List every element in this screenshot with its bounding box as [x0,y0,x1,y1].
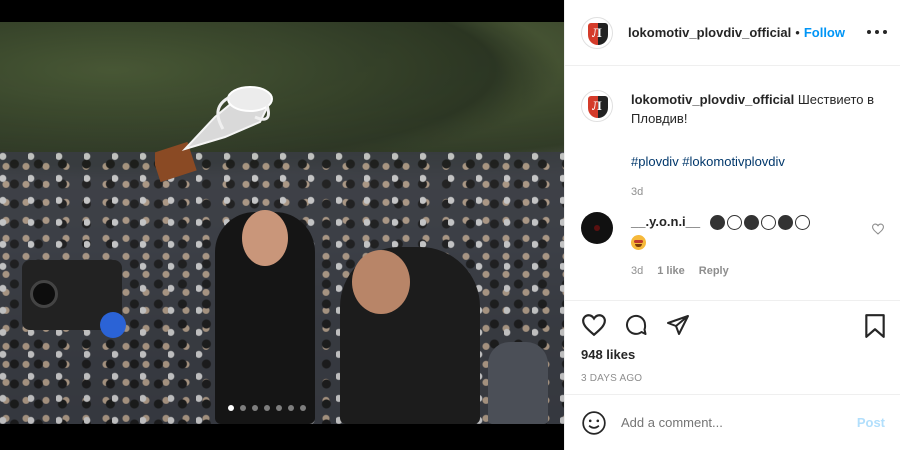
photo-person-right-head [352,250,410,314]
comment-item: __.y.o.n.i__ 3d 1 like Reply [581,212,885,281]
white-circle-icon [760,215,776,231]
white-circle-icon [726,215,742,231]
star-struck-emoji-icon [631,235,646,251]
club-crest-letter: Л [592,98,602,113]
black-circle-icon [743,215,759,231]
black-circle-icon [777,215,793,231]
follow-button[interactable]: Follow [804,25,845,40]
caption-username[interactable]: lokomotiv_plovdiv_official [631,92,794,107]
post-header: Л lokomotiv_plovdiv_official • Follow [565,0,900,66]
post-actions: 948 likes 3 DAYS AGO [565,300,900,394]
comment-time: 3d [631,265,644,278]
carousel-dot[interactable] [300,405,306,411]
post-side-panel: Л lokomotiv_plovdiv_official • Follow Л … [564,0,900,450]
black-circle-icon [709,215,725,231]
photo-person-head [242,210,288,266]
comment-likes[interactable]: 1 like [657,262,685,281]
add-comment-bar: Post [565,394,900,450]
instagram-post-viewer: Л lokomotiv_plovdiv_official • Follow Л … [0,0,900,450]
carousel-dot[interactable] [252,405,258,411]
like-heart-icon[interactable] [581,313,607,337]
comment-username[interactable]: __.y.o.n.i__ [631,214,700,229]
post-age: 3 DAYS AGO [581,373,643,384]
carousel-dot[interactable] [228,405,234,411]
trophy-illustration [155,86,273,183]
post-caption: Л lokomotiv_plovdiv_official Шествието в… [581,90,881,202]
caption-time: 3d [631,186,644,198]
header-separator: • [795,25,800,40]
comment-input[interactable] [621,415,841,430]
carousel-dots [228,405,306,411]
post-media[interactable] [0,0,564,450]
white-circle-icon [794,215,810,231]
likes-count[interactable]: 948 likes [581,347,635,362]
club-crest-letter: Л [592,24,602,40]
comment-circles-emoji [709,215,810,231]
photo-microphone [100,312,126,338]
emoji-smile-icon[interactable] [581,410,607,436]
more-horizontal-icon[interactable] [867,22,887,42]
comment-meta: 3d 1 like Reply [631,262,810,281]
bookmark-save-icon[interactable] [863,313,887,339]
profile-avatar[interactable]: Л [581,16,613,49]
post-comment-button[interactable]: Post [857,415,885,430]
share-send-icon[interactable] [665,313,691,337]
comment-bubble-icon[interactable] [623,313,649,337]
carousel-dot[interactable] [240,405,246,411]
photo-camera-lens [30,280,58,308]
header-username[interactable]: lokomotiv_plovdiv_official [628,25,791,40]
post-photo[interactable] [0,22,564,424]
caption-avatar[interactable]: Л [581,90,613,122]
reply-button[interactable]: Reply [699,262,729,281]
carousel-dot[interactable] [276,405,282,411]
caption-hashtags[interactable]: #plovdiv #lokomotivplovdiv [631,152,881,171]
comment-avatar[interactable] [581,212,613,244]
carousel-dot[interactable] [288,405,294,411]
photo-person-front [488,342,548,424]
carousel-dot[interactable] [264,405,270,411]
comment-like-heart-icon[interactable] [871,223,885,235]
